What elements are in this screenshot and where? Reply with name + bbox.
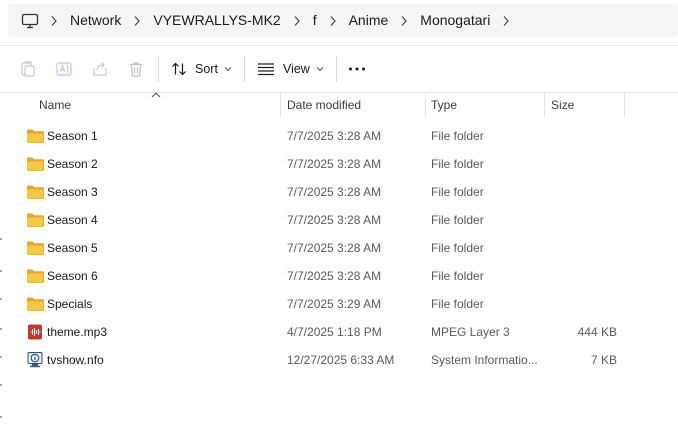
folder-icon [26,156,44,172]
column-name[interactable]: Name [33,93,280,119]
file-name: Season 1 [47,129,98,143]
more-icon [348,67,365,71]
file-type: File folder [431,185,484,199]
folder-icon [26,268,44,284]
file-size [545,150,617,178]
file-name: Specials [47,297,93,311]
file-size [545,262,617,290]
view-label: View [282,62,310,76]
file-name: Season 2 [47,157,98,171]
rename-button[interactable] [46,51,82,87]
folder-icon [26,240,44,256]
breadcrumb-item[interactable]: Anime [346,4,392,37]
delete-button[interactable] [118,51,154,87]
breadcrumb-item[interactable]: VYEWRALLYS-MK2 [150,4,283,37]
folder-icon [26,296,44,312]
chevron-right-icon[interactable] [320,4,346,37]
file-name: tvshow.nfo [47,353,104,367]
file-date-modified: 12/27/2025 6:33 AM [287,353,395,367]
file-name: theme.mp3 [47,325,108,339]
file-date-modified: 7/7/2025 3:28 AM [287,185,382,199]
chevron-right-icon[interactable] [493,4,519,37]
toolbar-separator [335,56,337,82]
file-size [545,234,617,262]
file-row[interactable]: theme.mp3 4/7/2025 1:18 PM MPEG Layer 3 444… [0,318,678,346]
sort-button[interactable]: Sort [163,53,240,85]
file-row[interactable]: Season 4 7/7/2025 3:28 AM File folder [0,206,678,234]
chevron-right-icon[interactable] [284,4,310,37]
copy-icon [21,61,35,77]
toolbar-separator [243,56,245,82]
share-button[interactable] [82,51,118,87]
audio-file-icon [26,324,44,340]
file-date-modified: 7/7/2025 3:28 AM [287,269,382,283]
file-row[interactable]: Specials 7/7/2025 3:29 AM File folder [0,290,678,318]
file-type: File folder [431,297,484,311]
column-size[interactable]: Size [545,93,624,119]
folder-icon [26,128,44,144]
file-type: File folder [431,269,484,283]
breadcrumb-item[interactable]: f [310,4,320,37]
share-icon [93,62,107,76]
file-size: 7 KB [590,353,617,367]
file-type: File folder [431,157,484,171]
file-row[interactable]: Season 6 7/7/2025 3:28 AM File folder [0,262,678,290]
file-type: MPEG Layer 3 [431,325,510,339]
breadcrumb-item[interactable]: Monogatari [417,4,493,37]
address-bar[interactable]: Network VYEWRALLYS-MK2 f Anime Monogatari [8,4,678,37]
this-pc-icon[interactable] [19,4,41,37]
file-date-modified: 7/7/2025 3:28 AM [287,241,382,255]
system-info-file-icon [26,352,44,368]
file-date-modified: 7/7/2025 3:28 AM [287,157,382,171]
file-row[interactable]: Season 1 7/7/2025 3:28 AM File folder [0,122,678,150]
command-bar: Sort View [0,45,678,93]
file-size [545,122,617,150]
chevron-right-icon[interactable] [41,4,67,37]
chevron-down-icon [224,67,232,72]
file-size [545,290,617,318]
file-row[interactable]: Season 5 7/7/2025 3:28 AM File folder [0,234,678,262]
file-size: 444 KB [577,325,617,339]
toolbar-separator [158,56,159,82]
file-type: File folder [431,129,484,143]
sort-icon [172,62,186,76]
file-type: File folder [431,213,484,227]
file-date-modified: 7/7/2025 3:28 AM [287,213,382,227]
file-type: File folder [431,241,484,255]
column-header: Name Date modified Type Size [0,92,678,119]
column-divider[interactable] [624,93,625,117]
column-type[interactable]: Type [425,93,544,119]
copy-button[interactable] [10,51,46,87]
file-row[interactable]: Season 3 7/7/2025 3:28 AM File folder [0,178,678,206]
breadcrumb-item[interactable]: Network [67,4,124,37]
file-date-modified: 4/7/2025 1:18 PM [287,325,382,339]
breadcrumb: Network VYEWRALLYS-MK2 f Anime Monogatari [41,4,519,37]
chevron-right-icon[interactable] [124,4,150,37]
view-button[interactable]: View [249,53,332,85]
file-row[interactable]: Season 2 7/7/2025 3:28 AM File folder [0,150,678,178]
file-name: Season 3 [47,185,98,199]
folder-icon [26,184,44,200]
chevron-right-icon[interactable] [391,4,417,37]
resize-dots [0,238,3,428]
file-name: Season 6 [47,269,98,283]
file-name: Season 5 [47,241,98,255]
file-type: System Informatio... [431,353,538,367]
trash-icon [130,62,142,77]
view-list-icon [257,63,274,76]
more-options-button[interactable] [341,53,373,85]
file-list: Season 1 7/7/2025 3:28 AM File folder Seaso… [0,122,678,374]
file-date-modified: 7/7/2025 3:28 AM [287,129,382,143]
folder-icon [26,212,44,228]
file-date-modified: 7/7/2025 3:29 AM [287,297,382,311]
chevron-down-icon [316,67,324,72]
file-name: Season 4 [47,213,98,227]
rename-icon [56,62,72,76]
column-date-modified[interactable]: Date modified [281,93,425,119]
sort-label: Sort [195,62,218,76]
file-row[interactable]: tvshow.nfo 12/27/2025 6:33 AM System Infor… [0,346,678,374]
file-size [545,206,617,234]
file-size [545,178,617,206]
